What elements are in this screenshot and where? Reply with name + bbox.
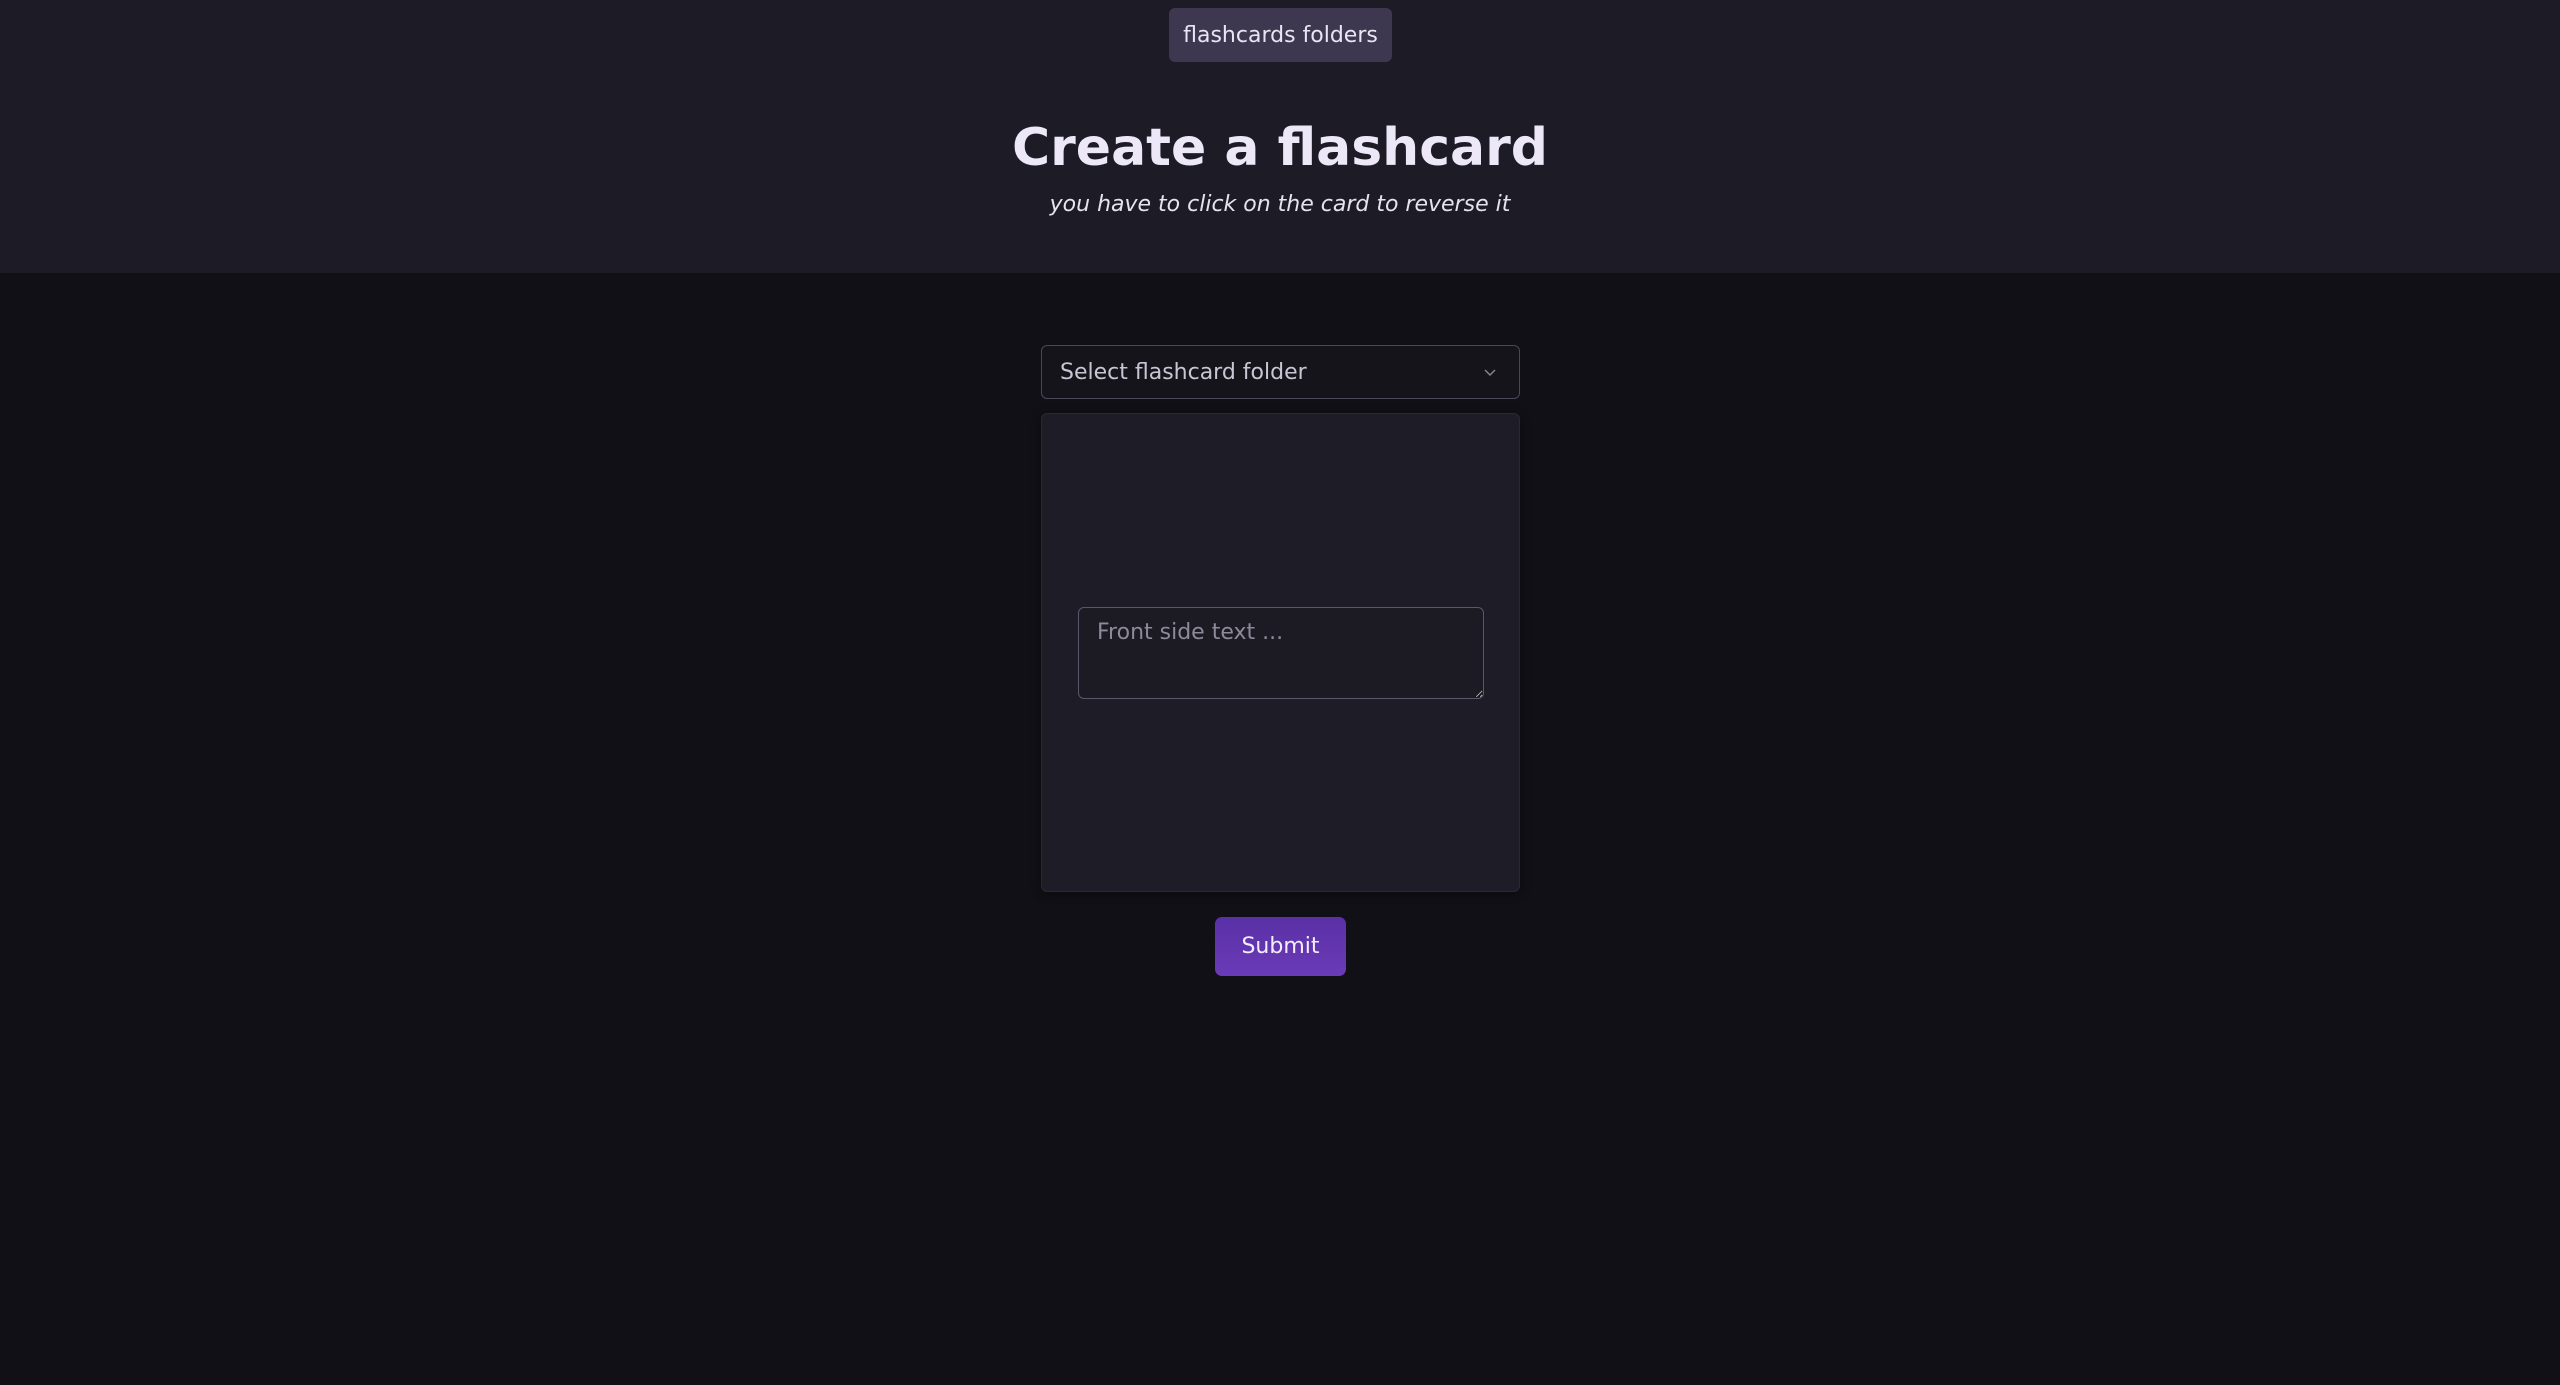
folder-select-value: Select flashcard folder <box>1060 359 1307 385</box>
page-subtitle: you have to click on the card to reverse… <box>1049 192 1511 217</box>
flashcard-folder-select[interactable]: Select flashcard folder <box>1041 345 1520 399</box>
flashcards-folders-button[interactable]: flashcards folders <box>1169 8 1392 62</box>
chevron-down-icon <box>1479 361 1501 383</box>
page-title: Create a flashcard <box>1012 118 1548 178</box>
submit-button[interactable]: Submit <box>1215 917 1346 976</box>
front-side-text-input[interactable] <box>1078 607 1484 699</box>
page-header: flashcards folders Create a flashcard yo… <box>0 0 2560 273</box>
flashcard[interactable] <box>1041 413 1520 892</box>
